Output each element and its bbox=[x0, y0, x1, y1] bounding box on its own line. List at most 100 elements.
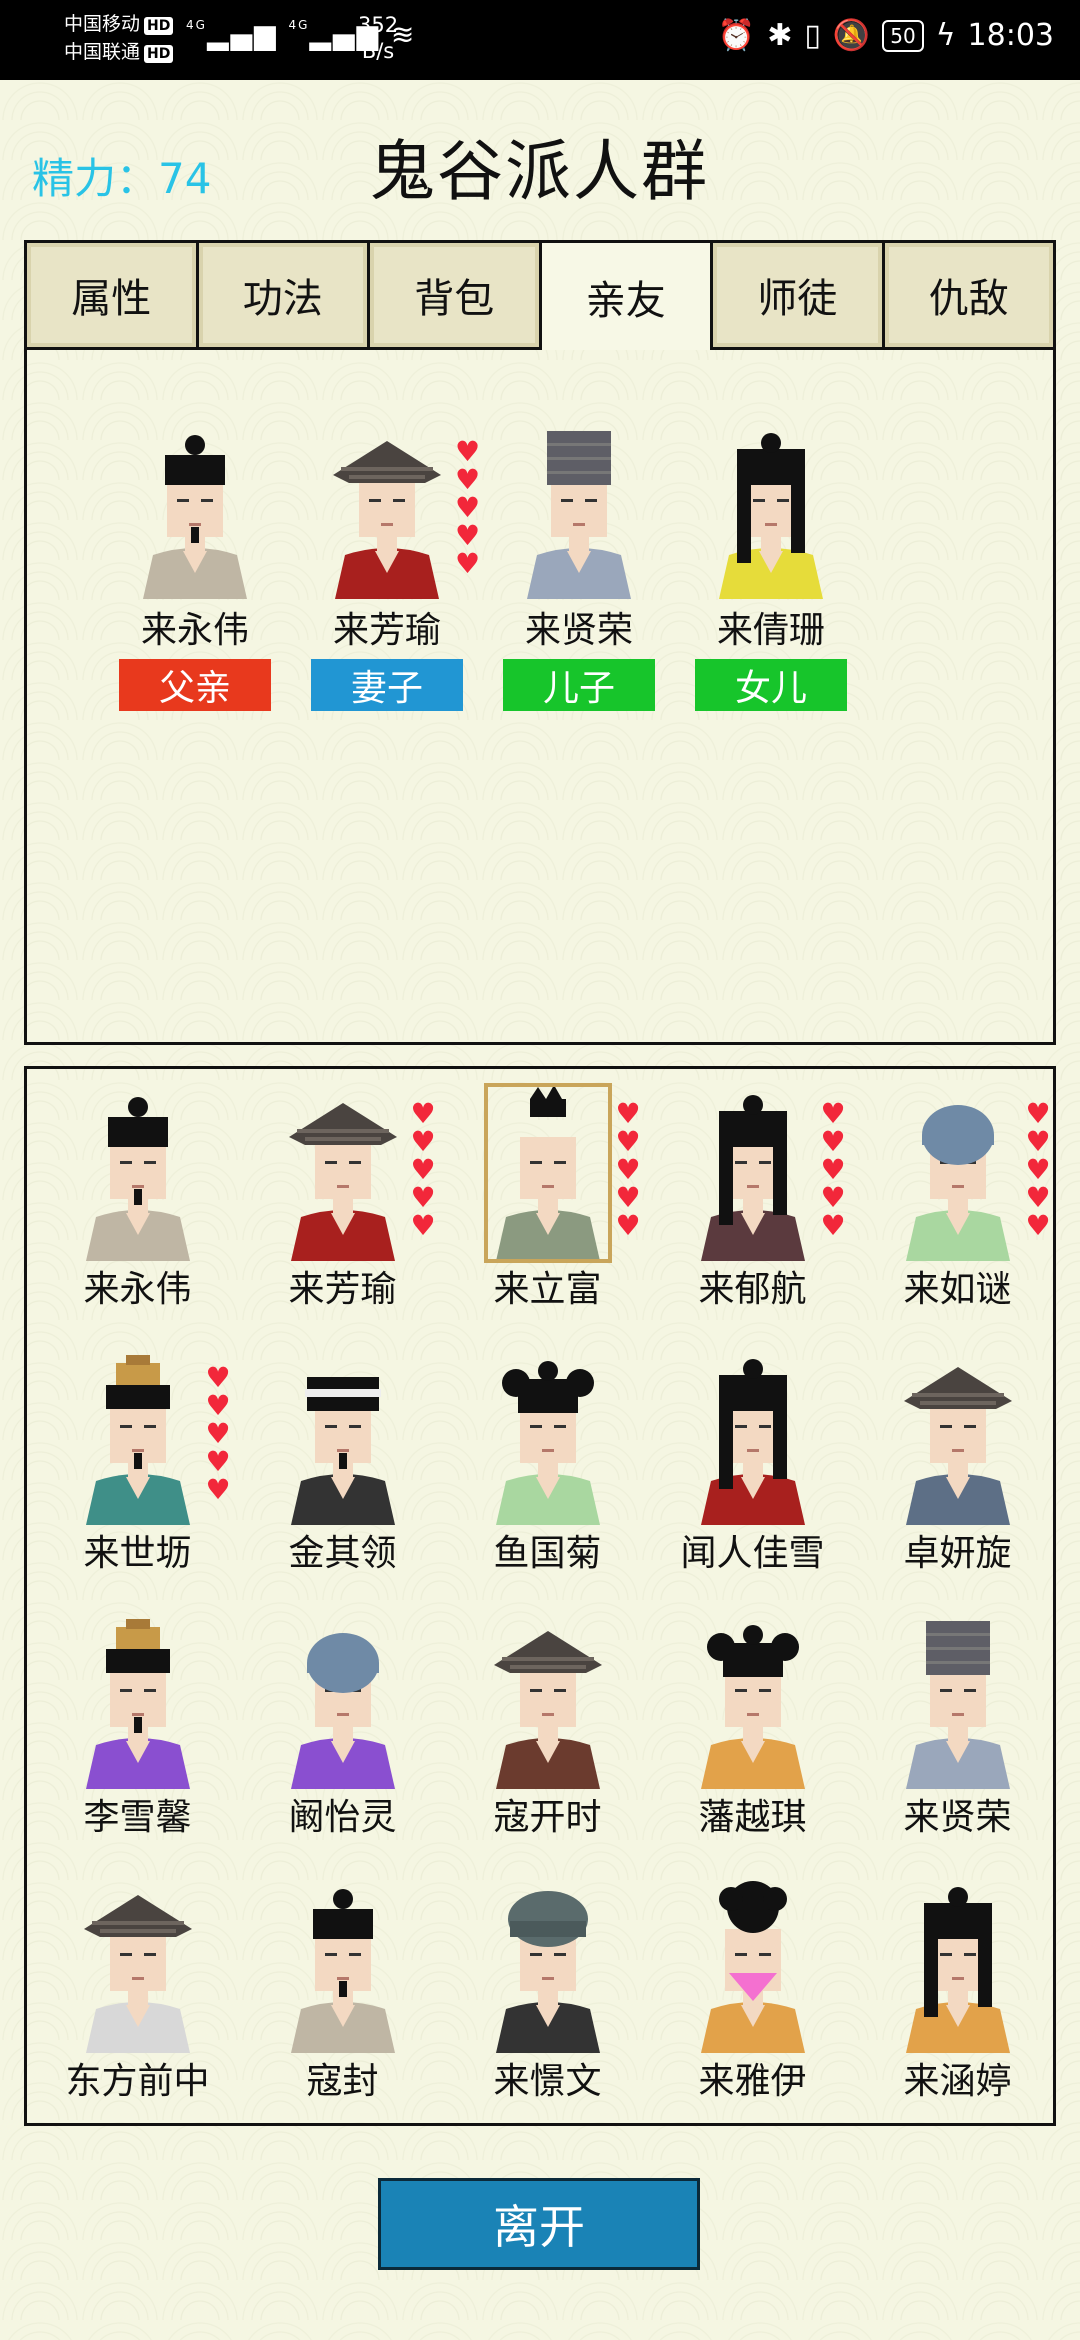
avatar[interactable]: ♥ ♥ ♥ ♥ ♥ bbox=[896, 1085, 1051, 1261]
person-card[interactable]: 金其领 bbox=[240, 1349, 445, 1585]
heart-icon: ♥ bbox=[410, 1097, 436, 1130]
affection-hearts: ♥ ♥ ♥ ♥ ♥ bbox=[615, 1100, 646, 1240]
person-name: 卓妍旋 bbox=[903, 1533, 1012, 1574]
heart-icon: ♥ bbox=[615, 1125, 641, 1158]
avatar[interactable] bbox=[896, 1349, 1020, 1525]
family-list: 来永伟 父亲 ♥ ♥ ♥ ♥ ♥ 来芳瑜 妻子 来贤荣 儿子 来倩珊 女儿 bbox=[99, 423, 867, 711]
person-card[interactable]: ♥ ♥ ♥ ♥ ♥ 来世坜 bbox=[35, 1349, 240, 1585]
net-speed: 352 B/s bbox=[358, 12, 398, 64]
person-card[interactable]: 藩越琪 bbox=[650, 1613, 855, 1849]
heart-icon: ♥ bbox=[410, 1209, 436, 1242]
portrait-image bbox=[700, 1625, 805, 1789]
relation-badge: 儿子 bbox=[503, 659, 655, 711]
portrait-image bbox=[495, 1085, 600, 1261]
portrait-image bbox=[905, 1621, 1010, 1789]
person-card[interactable]: 阚怡灵 bbox=[240, 1613, 445, 1849]
avatar[interactable]: ♥ ♥ ♥ ♥ ♥ bbox=[325, 423, 480, 599]
avatar[interactable] bbox=[486, 1613, 610, 1789]
avatar[interactable] bbox=[281, 1613, 405, 1789]
person-name: 李雪馨 bbox=[83, 1797, 192, 1838]
heart-icon: ♥ bbox=[455, 435, 481, 468]
affection-hearts: ♥ ♥ ♥ ♥ ♥ bbox=[205, 1361, 236, 1504]
person-name: 来涵婷 bbox=[903, 2061, 1012, 2102]
heart-icon: ♥ bbox=[205, 1361, 231, 1394]
person-card[interactable]: 鱼国菊 bbox=[445, 1349, 650, 1585]
tab-master-disciple[interactable]: 师徒 bbox=[713, 243, 885, 350]
relation-badge: 女儿 bbox=[695, 659, 847, 711]
tab-backpack[interactable]: 背包 bbox=[370, 243, 542, 350]
heart-icon: ♥ bbox=[820, 1125, 846, 1158]
person-card[interactable]: 来永伟 bbox=[35, 1085, 240, 1321]
person-card[interactable]: 闻人佳雪 bbox=[650, 1349, 855, 1585]
heart-icon: ♥ bbox=[205, 1417, 231, 1450]
person-card[interactable]: 李雪馨 bbox=[35, 1613, 240, 1849]
person-card[interactable]: ♥ ♥ ♥ ♥ ♥ 来郁航 bbox=[650, 1085, 855, 1321]
leave-button[interactable]: 离开 bbox=[378, 2178, 700, 2270]
avatar[interactable] bbox=[76, 1613, 200, 1789]
heart-icon: ♥ bbox=[1025, 1097, 1051, 1130]
heart-icon: ♥ bbox=[1025, 1181, 1051, 1214]
person-card[interactable]: ♥ ♥ ♥ ♥ ♥ 来芳瑜 bbox=[240, 1085, 445, 1321]
person-name: 来雅伊 bbox=[698, 2061, 807, 2102]
person-name: 来如谜 bbox=[903, 1269, 1012, 1310]
family-member[interactable]: 来倩珊 女儿 bbox=[675, 423, 867, 711]
avatar[interactable] bbox=[896, 1877, 1020, 2053]
person-card[interactable]: 寇开时 bbox=[445, 1613, 650, 1849]
avatar[interactable] bbox=[896, 1613, 1020, 1789]
person-card[interactable]: 卓妍旋 bbox=[855, 1349, 1060, 1585]
portrait-image bbox=[700, 1095, 805, 1261]
family-member[interactable]: 来永伟 父亲 bbox=[99, 423, 291, 711]
portrait-image bbox=[719, 433, 823, 599]
person-name: 来郁航 bbox=[698, 1269, 807, 1310]
tab-enemies[interactable]: 仇敌 bbox=[884, 243, 1053, 350]
portrait-image bbox=[290, 1889, 395, 2053]
portrait-image bbox=[85, 1355, 190, 1525]
person-card[interactable]: 寇封 bbox=[240, 1877, 445, 2113]
avatar[interactable] bbox=[133, 423, 257, 599]
page-title: 鬼谷派人群 bbox=[0, 118, 1080, 214]
tab-friends[interactable]: 亲友 bbox=[541, 243, 713, 350]
charging-icon: ϟ bbox=[935, 18, 956, 53]
tab-skills[interactable]: 功法 bbox=[198, 243, 370, 350]
person-card[interactable]: 来涵婷 bbox=[855, 1877, 1060, 2113]
avatar[interactable] bbox=[76, 1877, 200, 2053]
person-card[interactable]: ♥ ♥ ♥ ♥ ♥ 来如谜 bbox=[855, 1085, 1060, 1321]
person-name: 寇封 bbox=[306, 2061, 379, 2102]
avatar[interactable] bbox=[691, 1613, 815, 1789]
portrait-image bbox=[493, 1631, 602, 1789]
avatar[interactable] bbox=[691, 1349, 815, 1525]
carrier-1: 中国移动 bbox=[64, 13, 141, 35]
avatar[interactable] bbox=[281, 1877, 405, 2053]
avatar[interactable] bbox=[709, 423, 833, 599]
avatar[interactable]: ♥ ♥ ♥ ♥ ♥ bbox=[483, 1083, 641, 1263]
person-name: 鱼国菊 bbox=[493, 1533, 602, 1574]
avatar[interactable]: ♥ ♥ ♥ ♥ ♥ bbox=[281, 1085, 436, 1261]
avatar[interactable] bbox=[691, 1877, 815, 2053]
relations-panel: 属性 功法 背包 亲友 师徒 仇敌 来永伟 父亲 ♥ ♥ ♥ ♥ ♥ 来芳瑜 妻子 bbox=[24, 240, 1056, 1045]
person-card[interactable]: 来雅伊 bbox=[650, 1877, 855, 2113]
person-card[interactable]: 来憬文 bbox=[445, 1877, 650, 2113]
person-name: 东方前中 bbox=[65, 2061, 210, 2102]
clock: 18:03 bbox=[967, 18, 1054, 53]
heart-icon: ♥ bbox=[410, 1181, 436, 1214]
person-name: 来贤荣 bbox=[903, 1797, 1012, 1838]
portrait-image bbox=[290, 1633, 395, 1789]
tab-attributes[interactable]: 属性 bbox=[27, 243, 199, 350]
avatar[interactable] bbox=[486, 1349, 610, 1525]
person-card[interactable]: 东方前中 bbox=[35, 1877, 240, 2113]
family-member-name: 来贤荣 bbox=[524, 610, 633, 651]
portrait-image bbox=[288, 1103, 397, 1261]
avatar[interactable] bbox=[76, 1085, 200, 1261]
avatar[interactable] bbox=[517, 423, 641, 599]
avatar[interactable] bbox=[281, 1349, 405, 1525]
family-member[interactable]: ♥ ♥ ♥ ♥ ♥ 来芳瑜 妻子 bbox=[291, 423, 483, 711]
avatar[interactable]: ♥ ♥ ♥ ♥ ♥ bbox=[691, 1085, 846, 1261]
person-card[interactable]: ♥ ♥ ♥ ♥ ♥ 来立富 bbox=[445, 1083, 650, 1321]
avatar[interactable] bbox=[486, 1877, 610, 2053]
family-member[interactable]: 来贤荣 儿子 bbox=[483, 423, 675, 711]
heart-icon: ♥ bbox=[455, 491, 481, 524]
avatar[interactable]: ♥ ♥ ♥ ♥ ♥ bbox=[76, 1349, 231, 1525]
portrait-image bbox=[85, 1097, 190, 1261]
affection-hearts: ♥ ♥ ♥ ♥ ♥ bbox=[455, 435, 485, 578]
person-card[interactable]: 来贤荣 bbox=[855, 1613, 1060, 1849]
